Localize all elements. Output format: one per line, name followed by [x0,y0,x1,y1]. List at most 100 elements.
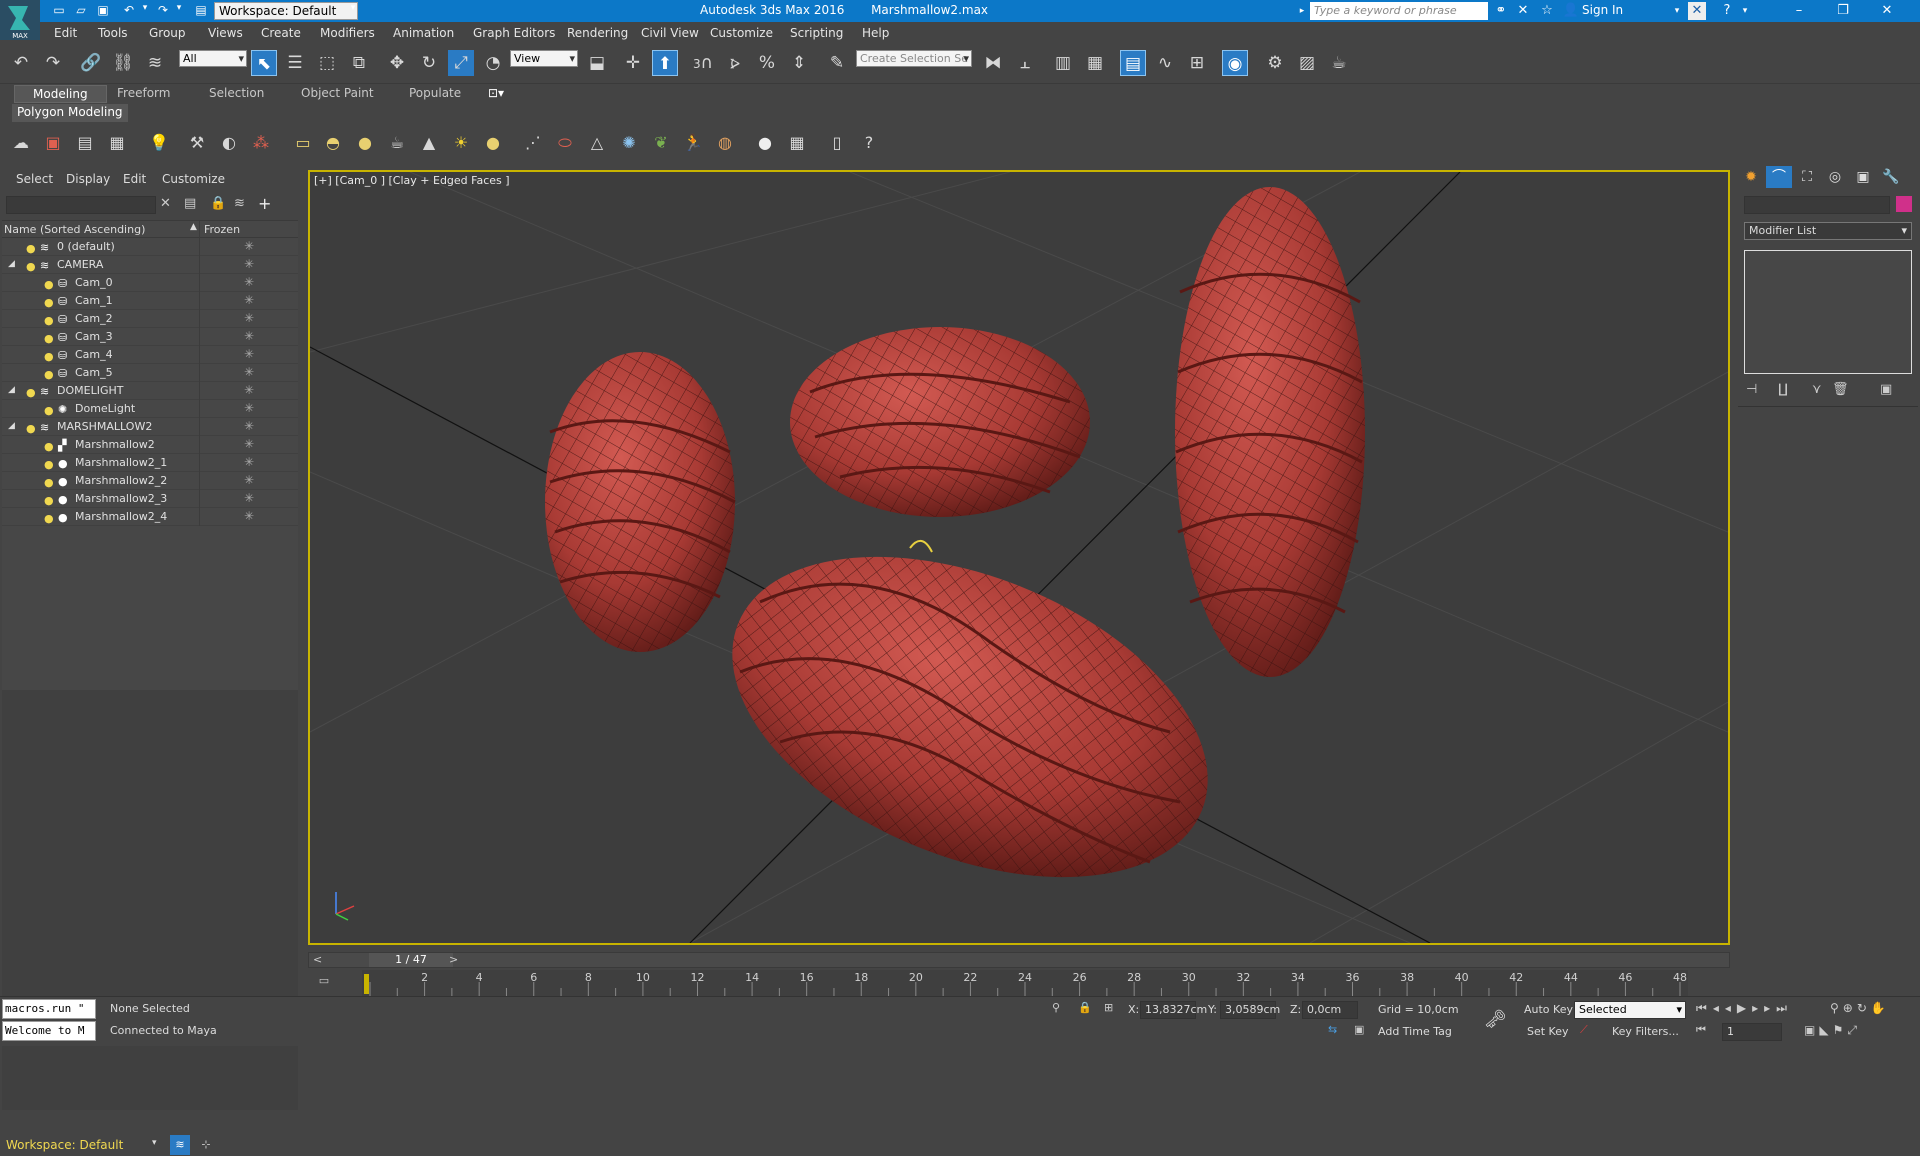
orbit-icon[interactable]: ↻ [1857,1001,1871,1015]
set-keys-icon[interactable]: 🗝 [1484,1009,1507,1030]
explorer-menu-customize[interactable]: Customize [162,172,225,186]
current-frame-field[interactable]: 1 [1722,1023,1782,1041]
explorer-menu-select[interactable]: Select [16,172,53,186]
scene-icon[interactable]: ☁ [8,130,34,156]
explorer-row[interactable]: ● ● Marshmallow2_1 ✳ [2,454,298,472]
menu-civil-view[interactable]: Civil View [641,26,699,40]
menu-views[interactable]: Views [208,26,243,40]
time-slider-next-button[interactable]: > [449,953,458,966]
goto-start-icon[interactable]: ⏮ [1696,1001,1713,1015]
current-frame-marker[interactable] [364,974,369,994]
maxscript-listener-line2[interactable]: Welcome to M [2,1021,96,1041]
y-coord-field[interactable]: 3,0589cm [1220,1001,1280,1019]
visibility-bulb-icon[interactable]: ● [44,348,54,365]
explorer-row[interactable]: ● ⛁ Cam_5 ✳ [2,364,298,382]
expand-toggle-icon[interactable]: ◢ [8,418,15,435]
frozen-toggle-icon[interactable]: ✳ [244,346,254,363]
menu-help[interactable]: Help [862,26,889,40]
marshmallow-left[interactable] [545,352,736,652]
render-frame-icon[interactable]: ▣ [40,130,66,156]
toggle-ribbon-icon[interactable]: ▤ [1120,50,1146,76]
snap-toggle-icon[interactable]: 3∩ [690,50,716,76]
menu-modifiers[interactable]: Modifiers [320,26,375,40]
named-selection-sets-dropdown[interactable]: Create Selection Se [856,50,972,67]
absolute-mode-icon[interactable]: ⊞ [1104,1001,1113,1014]
pin-stack-icon[interactable]: ⊣ [1746,382,1757,397]
visibility-bulb-icon[interactable]: ● [26,384,36,401]
make-unique-icon[interactable]: ⋎ [1812,382,1822,397]
material-sphere-icon[interactable]: ● [752,130,778,156]
sort-by-hierarchy-icon[interactable]: ⊹ [196,1135,216,1155]
rendered-frame-window-icon[interactable]: ▨ [1294,50,1320,76]
marshmallow-top[interactable] [790,327,1090,517]
object-color-swatch[interactable] [1896,196,1912,212]
key-mode-toggle-icon[interactable]: ⏮ [1696,1023,1706,1037]
mini-curve-editor-icon[interactable]: ▭ [310,970,338,992]
particle-view-icon[interactable]: ⁂ [248,130,274,156]
app-logo[interactable]: MAX [0,0,40,40]
tab-modeling[interactable]: Modeling [14,85,107,103]
modifier-list-dropdown[interactable]: Modifier List ▾ [1744,222,1912,240]
explorer-row[interactable]: ● ⛁ Cam_3 ✳ [2,328,298,346]
visibility-bulb-icon[interactable]: ● [44,366,54,383]
explorer-row[interactable]: ● ⛁ Cam_4 ✳ [2,346,298,364]
explorer-row[interactable]: ● ⛁ Cam_1 ✳ [2,292,298,310]
render-production-icon[interactable]: ☕ [1326,50,1352,76]
configure-modifier-sets-icon[interactable]: ▣ [1880,382,1892,397]
frozen-toggle-icon[interactable]: ✳ [244,238,254,255]
frozen-toggle-icon[interactable]: ✳ [244,328,254,345]
redo-dropdown-icon[interactable]: ▾ [170,3,188,19]
unlink-icon[interactable]: ⛓ [110,50,136,76]
sphere-primitive-icon[interactable]: ● [352,130,378,156]
visibility-bulb-icon[interactable]: ● [44,330,54,347]
explorer-menu-display[interactable]: Display [66,172,110,186]
display-tab-icon[interactable]: ▣ [1850,166,1876,188]
next-frame-icon[interactable]: ▸▸ [1752,1001,1776,1015]
explorer-row[interactable]: ● ● Marshmallow2_3 ✳ [2,490,298,508]
ribbon-options-icon[interactable]: ⊡▾ [488,86,504,100]
align-icon[interactable]: ⫠ [1012,50,1038,76]
workspace-selector[interactable]: Workspace: Default [214,2,358,20]
menu-graph-editors[interactable]: Graph Editors [473,26,555,40]
keyboard-shortcut-override-icon[interactable]: ⬆ [652,50,678,76]
explorer-menu-edit[interactable]: Edit [123,172,146,186]
show-end-result-icon[interactable]: ∐ [1778,382,1788,397]
utilities-tab-icon[interactable]: 🔧 [1878,166,1904,188]
helper-icon[interactable]: ◐ [216,130,242,156]
time-slider[interactable]: < 1 / 47 > [308,952,1730,968]
key-filters-button[interactable]: Key Filters... [1612,1025,1679,1038]
expand-toggle-icon[interactable]: ◢ [8,256,15,273]
visibility-bulb-icon[interactable]: ● [44,402,54,419]
menu-edit[interactable]: Edit [54,26,77,40]
track-bar[interactable]: 2 4 6 8 10 12 14 16 18 20 22 24 26 28 30 32 34 36 38 40 42 44… [362,970,1688,996]
play-icon[interactable]: ▶ [1737,1001,1752,1015]
explorer-row[interactable]: ● ⛁ Cam_0 ✳ [2,274,298,292]
favorites-star-icon[interactable]: ☆ [1538,2,1556,20]
menu-create[interactable]: Create [261,26,301,40]
cone-primitive-icon[interactable]: ▲ [416,130,442,156]
light-lister-icon[interactable]: 💡 [146,130,172,156]
ribbon-panel-polygon-modeling[interactable]: Polygon Modeling [12,104,128,122]
menu-customize[interactable]: Customize [710,26,773,40]
pan-icon[interactable]: ✋ [1871,1001,1890,1015]
render-to-texture-icon[interactable]: ▯ [824,130,850,156]
selection-filter-dropdown[interactable]: All [179,50,247,67]
visibility-bulb-icon[interactable]: ● [44,510,54,527]
hemisphere-primitive-icon[interactable]: ◓ [320,130,346,156]
maxscript-listener-line1[interactable]: macros.run " [2,999,96,1019]
sky-dome-icon[interactable]: ● [480,130,506,156]
foliage-icon[interactable]: ❦ [648,130,674,156]
x-coord-field[interactable]: 13,8327cm [1140,1001,1207,1019]
frozen-toggle-icon[interactable]: ✳ [244,490,254,507]
create-layer-icon[interactable]: + [258,194,271,213]
visibility-bulb-icon[interactable]: ● [44,294,54,311]
visibility-bulb-icon[interactable]: ● [44,492,54,509]
help-search-input[interactable]: Type a keyword or phrase [1310,2,1488,20]
visibility-bulb-icon[interactable]: ● [26,420,36,437]
schematic-view-icon[interactable]: ⊞ [1184,50,1210,76]
time-slider-thumb[interactable]: 1 / 47 [369,953,453,967]
create-tab-icon[interactable]: ✹ [1738,166,1764,188]
exchange-apps-icon[interactable]: ✕ [1688,2,1706,20]
goto-end-icon[interactable]: ⏭ [1776,1001,1793,1015]
frozen-toggle-icon[interactable]: ✳ [244,292,254,309]
